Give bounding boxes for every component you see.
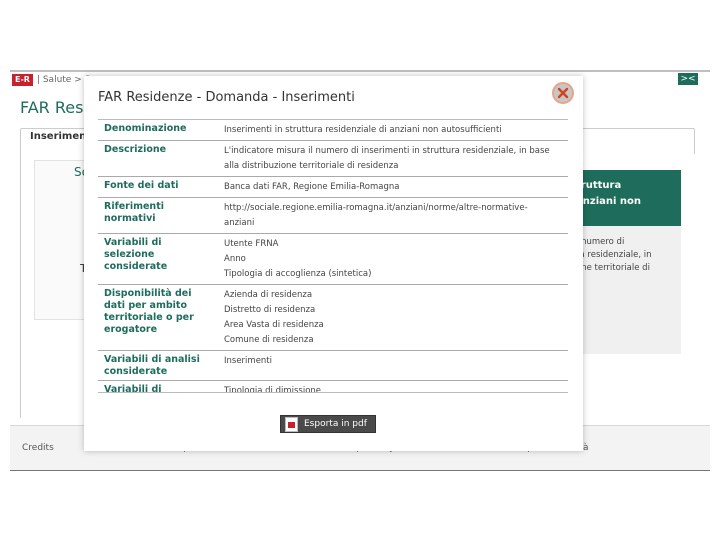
row-value-line: Utente FRNA bbox=[224, 239, 279, 249]
row-label: Disponibilità dei dati per ambito territ… bbox=[104, 288, 194, 335]
row-value: Inserimenti bbox=[218, 351, 568, 380]
top-rule bbox=[10, 70, 710, 72]
indicator-body-text: l numero di ra residenziale, in one terr… bbox=[576, 237, 652, 273]
region-logo[interactable]: E-R bbox=[12, 74, 33, 86]
table-row: Disponibilità dei dati per ambito territ… bbox=[98, 285, 568, 351]
close-icon[interactable] bbox=[552, 82, 574, 104]
indicator-metadata-table[interactable]: Denominazione Inserimenti in struttura re… bbox=[98, 119, 568, 393]
table-row: Denominazione Inserimenti in struttura re… bbox=[98, 120, 568, 141]
row-label: Variabili di classificazione considerate bbox=[104, 384, 162, 393]
row-value-line[interactable]: http://sociale.regione.emilia-romagna.it… bbox=[224, 201, 562, 216]
bottom-rule bbox=[10, 470, 710, 471]
row-value-line: Tipologia di dimissione bbox=[224, 386, 322, 393]
modal-title: FAR Residenze - Domanda - Inserimenti bbox=[98, 90, 355, 105]
row-label: Riferimenti normativi bbox=[104, 201, 164, 224]
row-value-line: alla distribuzione territoriale di resid… bbox=[224, 161, 399, 171]
row-value: Utente FRNA Anno Tipologia di accoglienza … bbox=[218, 234, 568, 284]
row-value: Banca dati FAR, Regione Emilia-Romagna bbox=[218, 177, 568, 197]
row-value-line: Banca dati FAR, Regione Emilia-Romagna bbox=[224, 182, 400, 192]
row-label: Denominazione bbox=[104, 123, 187, 134]
row-value-line: Area Vasta di residenza bbox=[224, 320, 324, 330]
export-pdf-button[interactable]: Esporta in pdf bbox=[280, 415, 376, 433]
table-row: Variabili di analisi considerate Inserime… bbox=[98, 351, 568, 381]
pdf-icon bbox=[285, 416, 298, 432]
row-value: Tipologia di dimissioneTipologia di acco… bbox=[218, 381, 568, 393]
top-bar: E-R | Salute > S bbox=[12, 73, 90, 87]
table-row: Riferimenti normativi http://sociale.regi… bbox=[98, 198, 568, 234]
footer-credits[interactable]: Credits bbox=[22, 443, 54, 453]
indicator-body-box: l numero di ra residenziale, in one terr… bbox=[566, 226, 681, 354]
indicator-header-text: truttura anziani non bbox=[576, 180, 641, 207]
row-value: Inserimenti in struttura residenziale di… bbox=[218, 120, 568, 140]
table-row: Descrizione L'indicatore misura il numero… bbox=[98, 141, 568, 177]
row-label: Variabili di selezione considerate bbox=[104, 237, 168, 272]
breadcrumb[interactable]: | Salute > S bbox=[37, 75, 90, 85]
row-value-line: Tipologia di accoglienza (sintetica) bbox=[224, 269, 372, 279]
row-value: http://sociale.regione.emilia-romagna.it… bbox=[218, 198, 568, 233]
row-value-line: Comune di residenza bbox=[224, 335, 314, 345]
table-row: Variabili di classificazione considerate… bbox=[98, 381, 568, 393]
row-label: Fonte dei dati bbox=[104, 180, 179, 191]
row-value-line: Distretto di residenza bbox=[224, 305, 316, 315]
collapse-icon[interactable]: >< bbox=[678, 73, 698, 85]
row-value: Azienda di residenza Distretto di residen… bbox=[218, 285, 568, 350]
table-row: Variabili di selezione considerate Utente… bbox=[98, 234, 568, 285]
row-value-line: anziani bbox=[224, 218, 255, 228]
table-row: Fonte dei dati Banca dati FAR, Regione Em… bbox=[98, 177, 568, 198]
row-label: Variabili di analisi considerate bbox=[104, 354, 200, 377]
row-value-line: Inserimenti bbox=[224, 356, 272, 366]
indicator-header-box: truttura anziani non bbox=[566, 170, 681, 226]
export-pdf-label: Esporta in pdf bbox=[304, 419, 367, 429]
indicator-detail-modal: FAR Residenze - Domanda - Inserimenti De… bbox=[84, 76, 583, 451]
row-value-line: L'indicatore misura il numero di inserim… bbox=[224, 146, 550, 156]
row-label: Descrizione bbox=[104, 144, 167, 155]
row-value-line: Inserimenti in struttura residenziale di… bbox=[224, 125, 502, 135]
row-value: L'indicatore misura il numero di inserim… bbox=[218, 141, 568, 176]
row-value-line: Anno bbox=[224, 254, 246, 264]
row-value-line: Azienda di residenza bbox=[224, 290, 313, 300]
